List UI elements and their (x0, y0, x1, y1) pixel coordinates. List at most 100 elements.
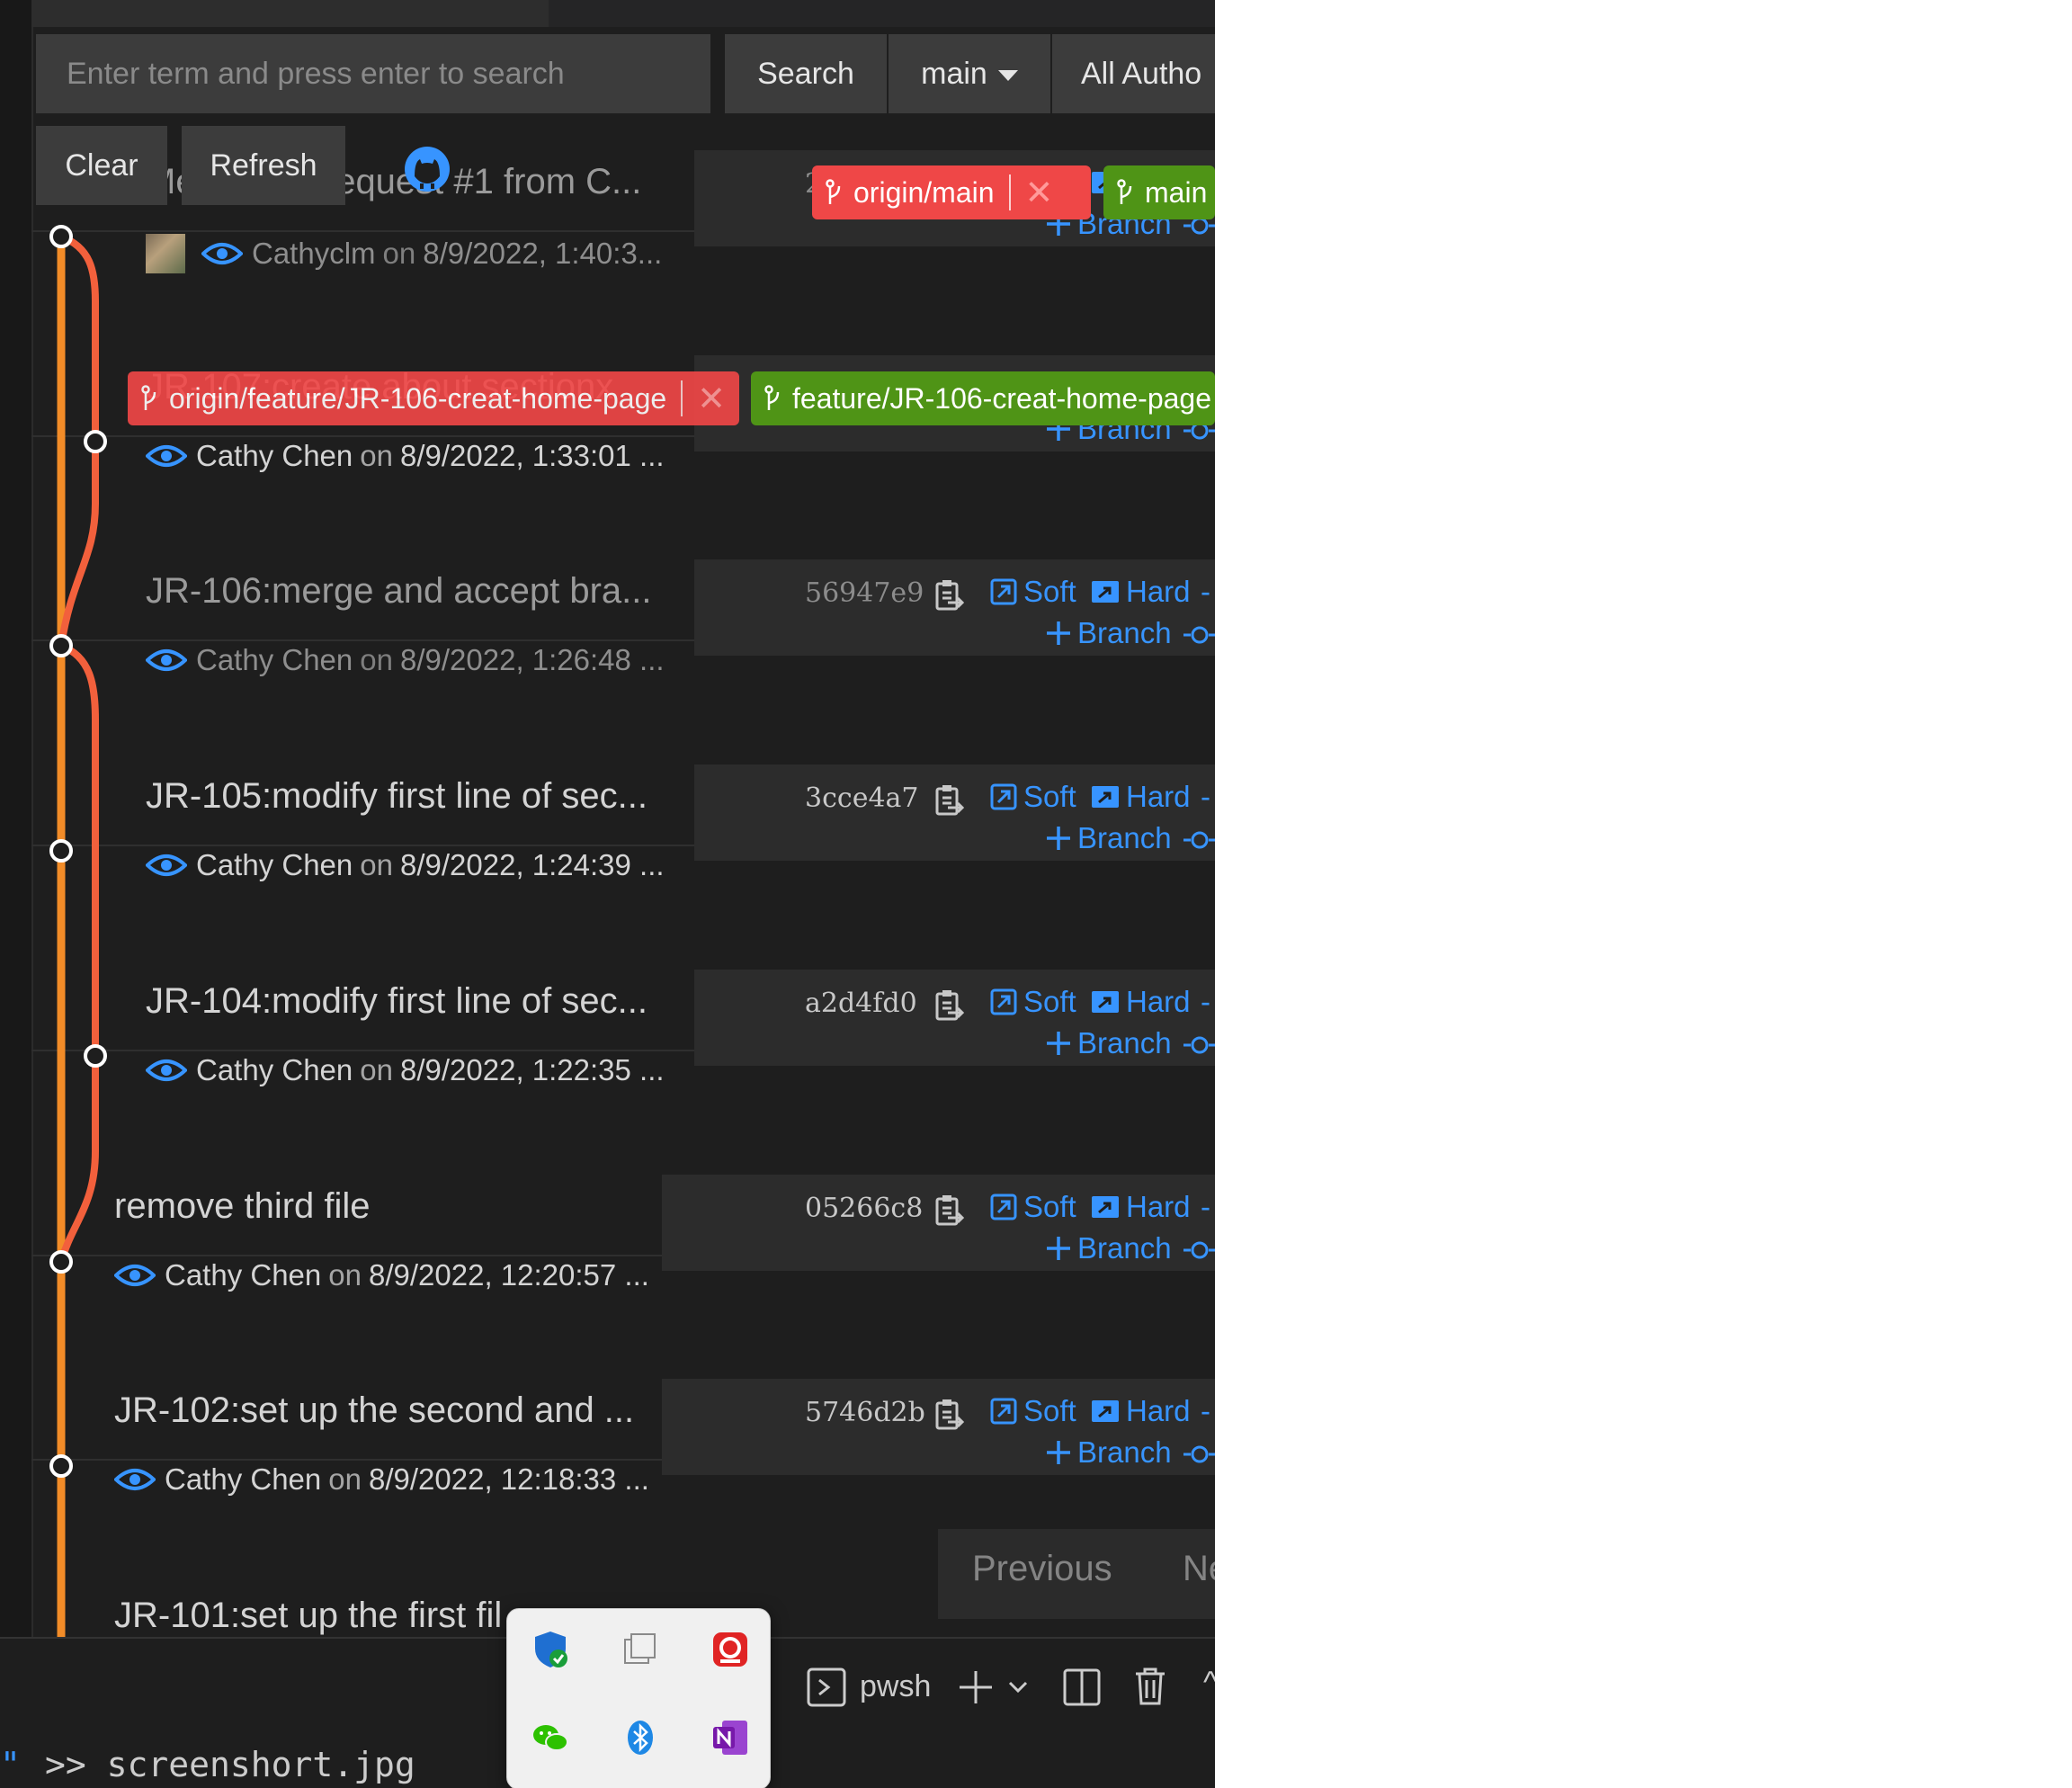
tag-origin-feature[interactable]: origin/feature/JR-106-creat-home-page ✕ (128, 371, 739, 425)
pagination: Previous Ne (938, 1529, 1215, 1619)
hard-reset-icon (1092, 991, 1119, 1013)
graph-branch-line-2 (58, 642, 99, 1264)
onenote-icon[interactable] (710, 1717, 751, 1758)
refresh-button[interactable]: Refresh (182, 126, 345, 205)
commit-node[interactable] (49, 634, 73, 657)
soft-reset-link[interactable]: Soft (989, 575, 1076, 609)
commit-row[interactable]: JR-102:set up the second and ... Cathy Ch… (31, 1256, 1215, 1496)
commit-row[interactable]: remove third file Cathy Chen on 8/9/2022, 1… (31, 1051, 1215, 1292)
soft-reset-icon (990, 1398, 1017, 1425)
commit-node[interactable] (49, 225, 73, 248)
tag-feature[interactable]: feature/JR-106-creat-home-page (751, 371, 1215, 425)
hard-reset-link[interactable]: Hard (1090, 1394, 1191, 1428)
branch-icon (141, 385, 156, 410)
windows-copy-icon[interactable] (620, 1629, 661, 1670)
soft-reset-link[interactable]: Soft (989, 985, 1076, 1019)
hard-reset-label: Hard (1126, 1190, 1191, 1223)
hard-reset-link[interactable]: Hard (1090, 575, 1191, 609)
tag-main[interactable]: main (1103, 165, 1215, 219)
hard-reset-icon (1092, 581, 1119, 603)
hard-reset-label: Hard (1126, 985, 1191, 1018)
hard-reset-link[interactable]: Hard (1090, 985, 1191, 1019)
more-actions-indicator: - (1201, 575, 1210, 608)
more-actions-indicator: - (1201, 985, 1210, 1018)
wechat-icon[interactable] (530, 1717, 571, 1758)
copy-hash-icon[interactable] (933, 988, 964, 1023)
terminal-command-line[interactable]: >> screenshort.jpg (45, 1745, 415, 1784)
branch-icon (826, 179, 841, 204)
soft-reset-link[interactable]: Soft (989, 1190, 1076, 1224)
bluetooth-icon[interactable] (620, 1717, 661, 1758)
commit-hash[interactable]: 56947e9 (805, 577, 924, 609)
tag-feature-label: feature/JR-106-creat-home-page (792, 381, 1212, 415)
soft-reset-label: Soft (1023, 1190, 1076, 1223)
commit-message[interactable]: JR-105:modify first line of sec... (146, 776, 648, 817)
commit-hash[interactable]: 5746d2b (805, 1397, 925, 1428)
remove-ref-icon[interactable]: ✕ (1025, 173, 1054, 213)
github-icon (405, 147, 450, 192)
next-page-button[interactable]: Ne (1183, 1549, 1215, 1589)
hard-reset-icon (1092, 1400, 1119, 1422)
commit-node[interactable] (49, 839, 73, 863)
tag-divider (1008, 174, 1011, 210)
editor-tab-strip-right (549, 0, 1215, 27)
commit-node[interactable] (84, 430, 107, 453)
soft-reset-icon (990, 783, 1017, 810)
soft-reset-label: Soft (1023, 780, 1076, 813)
remove-ref-icon[interactable]: ✕ (697, 379, 726, 419)
red-app-icon[interactable] (710, 1629, 751, 1670)
split-terminal-icon[interactable] (1062, 1667, 1102, 1707)
more-actions-indicator: - (1201, 1394, 1210, 1427)
terminal-prompt-quote: " (0, 1745, 21, 1784)
defender-shield-icon[interactable] (530, 1629, 571, 1670)
panel-overflow-icon[interactable]: ^ (1203, 1666, 1215, 1701)
soft-reset-link[interactable]: Soft (989, 780, 1076, 814)
commit-node[interactable] (49, 1454, 73, 1478)
copy-hash-icon[interactable] (933, 1398, 964, 1432)
tag-origin-main[interactable]: origin/main ✕ (812, 165, 1091, 219)
commit-hash[interactable]: 05266c8 (805, 1193, 923, 1224)
commit-hash[interactable]: a2d4fd0 (805, 988, 917, 1019)
previous-page-button[interactable]: Previous (972, 1549, 1112, 1589)
tag-origin-feature-label: origin/feature/JR-106-creat-home-page (169, 381, 667, 415)
tag-divider (681, 380, 683, 416)
commit-message[interactable]: JR-104:modify first line of sec... (146, 981, 648, 1022)
commit-message[interactable]: JR-106:merge and accept bra... (146, 571, 652, 612)
branch-icon (764, 385, 780, 410)
soft-reset-icon (990, 1193, 1017, 1220)
hard-reset-label: Hard (1126, 1394, 1191, 1427)
commit-row[interactable]: JR-104:modify first line of sec... Cathy … (31, 846, 1215, 1086)
terminal-icon (807, 1667, 846, 1707)
git-graph-panel: Search main All Autho Merge pull request… (0, 0, 1215, 1788)
hard-reset-link[interactable]: Hard (1090, 1190, 1191, 1224)
commit-message[interactable]: JR-102:set up the second and ... (114, 1390, 634, 1431)
copy-hash-icon[interactable] (933, 1193, 964, 1228)
commit-row[interactable]: JR-106:merge and accept bra... Cathy Chen… (31, 436, 1215, 676)
hard-reset-label: Hard (1126, 575, 1191, 608)
hard-reset-link[interactable]: Hard (1090, 780, 1191, 814)
soft-reset-label: Soft (1023, 1394, 1076, 1427)
chevron-down-icon[interactable] (1007, 1678, 1029, 1696)
hard-reset-icon (1092, 786, 1119, 808)
commit-node[interactable] (84, 1044, 107, 1068)
tag-origin-main-label: origin/main (853, 175, 995, 209)
soft-reset-label: Soft (1023, 985, 1076, 1018)
commit-message[interactable]: JR-101:set up the first fil (114, 1596, 502, 1636)
copy-hash-icon[interactable] (933, 783, 964, 818)
system-tray-overflow (506, 1608, 771, 1788)
commit-row[interactable]: JR-105:modify first line of sec... Cathy … (31, 641, 1215, 881)
soft-reset-link[interactable]: Soft (989, 1394, 1076, 1428)
commit-hash[interactable]: 3cce4a7 (805, 782, 919, 814)
new-terminal-icon[interactable] (956, 1667, 996, 1707)
commit-message[interactable]: remove third file (114, 1186, 371, 1227)
soft-reset-icon (990, 578, 1017, 605)
branch-icon (1117, 179, 1132, 204)
more-actions-indicator: - (1201, 780, 1210, 813)
tag-main-label: main (1145, 175, 1208, 209)
copy-hash-icon[interactable] (933, 578, 964, 612)
refresh-button-label: Refresh (210, 148, 317, 183)
commit-node[interactable] (49, 1250, 73, 1274)
more-actions-indicator: - (1201, 1190, 1210, 1223)
terminal-shell-label[interactable]: pwsh (860, 1669, 931, 1704)
trash-icon[interactable] (1132, 1666, 1168, 1707)
